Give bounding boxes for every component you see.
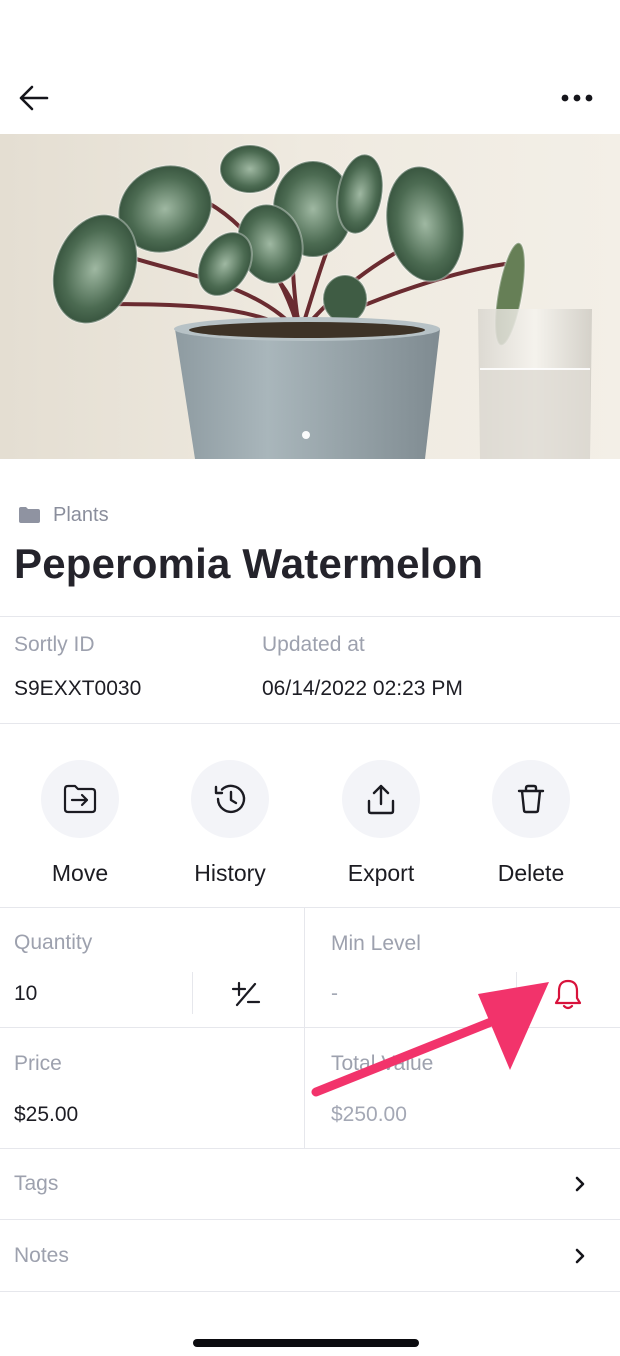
tags-row[interactable]: Tags <box>0 1149 620 1219</box>
item-photo[interactable] <box>0 134 620 459</box>
quantity-value[interactable]: 10 <box>14 982 37 1006</box>
trash-icon <box>517 784 545 814</box>
home-indicator <box>193 1339 419 1347</box>
sortly-id-value: S9EXXT0030 <box>14 677 142 700</box>
chevron-right-icon <box>575 1248 585 1264</box>
divider <box>0 723 620 724</box>
history-button[interactable]: History <box>160 760 300 887</box>
export-button[interactable]: Export <box>311 760 451 887</box>
item-title: Peperomia Watermelon <box>14 540 484 587</box>
delete-button[interactable]: Delete <box>461 760 601 887</box>
history-label: History <box>194 860 266 886</box>
updated-at-value: 06/14/2022 02:23 PM <box>262 677 463 700</box>
notes-row[interactable]: Notes <box>0 1220 620 1290</box>
annotation-arrow <box>311 982 549 1097</box>
export-icon <box>367 784 395 815</box>
history-icon <box>214 784 246 814</box>
move-folder-icon <box>63 784 97 814</box>
move-label: Move <box>51 860 109 886</box>
export-label: Export <box>347 860 415 886</box>
divider <box>0 907 620 908</box>
column-divider <box>304 908 305 1148</box>
move-button[interactable]: Move <box>10 760 150 887</box>
inline-divider <box>516 972 517 1014</box>
folder-breadcrumb[interactable]: Plants <box>18 500 109 530</box>
delete-label: Delete <box>497 860 565 886</box>
sortly-id-label: Sortly ID <box>14 633 95 656</box>
arrow-left-icon <box>19 85 49 111</box>
more-options-button[interactable] <box>552 76 602 120</box>
price-label: Price <box>14 1052 62 1075</box>
divider <box>0 1027 620 1028</box>
inline-divider <box>192 972 193 1014</box>
quantity-label: Quantity <box>14 931 93 954</box>
total-value-value: $250.00 <box>331 1103 407 1126</box>
adjust-quantity-button[interactable] <box>222 974 270 1014</box>
updated-at-label: Updated at <box>262 633 365 656</box>
plant-photo-illustration <box>0 134 620 459</box>
chevron-right-icon <box>575 1176 585 1192</box>
divider <box>0 616 620 617</box>
total-value-label: Total Value <box>331 1052 434 1075</box>
price-value[interactable]: $25.00 <box>14 1103 78 1127</box>
folder-icon <box>19 507 40 523</box>
carousel-dot[interactable] <box>302 431 310 439</box>
min-level-alert-button[interactable] <box>546 972 590 1016</box>
back-button[interactable] <box>10 76 58 120</box>
more-horizontal-icon <box>561 94 593 102</box>
min-level-label: Min Level <box>331 932 421 955</box>
bell-icon <box>554 979 582 1010</box>
divider <box>0 1291 620 1292</box>
notes-label: Notes <box>14 1244 69 1267</box>
min-level-value[interactable]: - <box>331 982 338 1006</box>
plus-minus-icon <box>231 981 261 1007</box>
folder-name: Plants <box>53 503 109 526</box>
tags-label: Tags <box>14 1172 59 1195</box>
